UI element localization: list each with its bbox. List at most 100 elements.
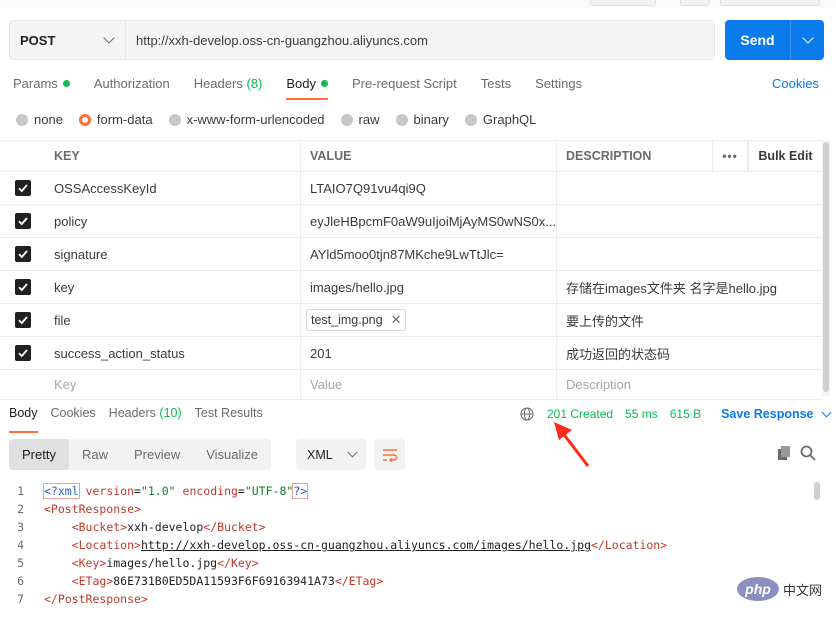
toolbar-button[interactable]: [720, 0, 820, 6]
scrollbar-thumb[interactable]: [814, 482, 820, 500]
row-checkbox[interactable]: [0, 271, 46, 303]
view-preview[interactable]: Preview: [121, 439, 193, 470]
view-pretty[interactable]: Pretty: [9, 439, 69, 470]
file-name: test_img.png: [311, 313, 383, 327]
wrap-lines-button[interactable]: [374, 439, 405, 470]
tab-headers[interactable]: Headers (8): [194, 70, 263, 98]
globe-icon[interactable]: [520, 407, 534, 421]
key-placeholder[interactable]: Key: [46, 370, 301, 399]
description-cell[interactable]: 要上传的文件: [557, 304, 822, 336]
key-cell[interactable]: OSSAccessKeyId: [46, 172, 301, 204]
radio-none[interactable]: none: [16, 112, 63, 127]
radio-label: raw: [358, 112, 380, 127]
view-mode-tabs: Pretty Raw Preview Visualize: [9, 439, 272, 470]
radio-circle-icon: [395, 113, 408, 126]
value-cell[interactable]: 201: [301, 337, 557, 369]
send-button-group: Send: [725, 20, 824, 60]
response-time[interactable]: 55 ms: [625, 407, 658, 421]
search-icon[interactable]: [800, 445, 816, 461]
tab-count: (8): [246, 76, 263, 91]
table-scrollbar[interactable]: [822, 140, 830, 396]
tab-params[interactable]: Params: [13, 70, 70, 98]
value-placeholder[interactable]: Value: [301, 370, 557, 399]
indicator-dot-icon: [320, 80, 328, 87]
key-cell[interactable]: key: [46, 271, 301, 303]
radio-form-data[interactable]: form-data: [78, 112, 153, 127]
send-options-button[interactable]: [791, 20, 824, 60]
key-cell[interactable]: policy: [46, 205, 301, 237]
location-link[interactable]: http://xxh-develop.oss-cn-guangzhou.aliy…: [141, 538, 591, 552]
value-cell[interactable]: AYld5moo0tjn87MKche9LwTtJlc=: [301, 238, 557, 270]
tab-tests[interactable]: Tests: [481, 70, 511, 98]
tab-body[interactable]: Body: [286, 70, 328, 100]
tab-settings[interactable]: Settings: [535, 70, 582, 98]
view-visualize[interactable]: Visualize: [193, 439, 271, 470]
chevron-down-icon: [801, 32, 814, 44]
radio-x-www-form-urlencoded[interactable]: x-www-form-urlencoded: [168, 112, 325, 127]
file-chip[interactable]: test_img.png ✕: [306, 309, 407, 331]
checkbox-checked-icon: [15, 180, 31, 196]
tab-label: Body: [286, 76, 316, 91]
key-cell[interactable]: file: [46, 304, 301, 336]
description-placeholder[interactable]: Description: [557, 370, 822, 399]
table-row: success_action_status 201 成功返回的状态码: [0, 337, 822, 370]
table-header: KEY VALUE DESCRIPTION ••• Bulk Edit: [0, 140, 822, 172]
tab-response-headers[interactable]: Headers (10): [109, 406, 182, 428]
xml-tag: </PostResponse>: [44, 592, 148, 606]
table-row: policy eyJleHBpcmF0aW9uIjoiMjAyMS0wNS0x.…: [0, 205, 822, 238]
checkbox-checked-icon: [15, 213, 31, 229]
tab-response-cookies[interactable]: Cookies: [51, 406, 96, 428]
code-line: 4 <Location>http://xxh-develop.oss-cn-gu…: [0, 536, 812, 554]
header-key: KEY: [46, 141, 301, 171]
tab-test-results[interactable]: Test Results: [195, 406, 263, 428]
response-tabs: Body Cookies Headers (10) Test Results: [9, 406, 276, 433]
method-select[interactable]: POST: [10, 21, 126, 59]
description-cell[interactable]: 存储在images文件夹 名字是hello.jpg: [557, 271, 822, 303]
description-cell[interactable]: [557, 238, 822, 270]
key-cell[interactable]: signature: [46, 238, 301, 270]
row-checkbox[interactable]: [0, 205, 46, 237]
close-icon[interactable]: ✕: [391, 312, 402, 328]
scrollbar-thumb[interactable]: [823, 142, 829, 392]
send-button[interactable]: Send: [725, 20, 791, 60]
more-dots-icon: •••: [722, 149, 738, 163]
tab-label: Headers: [193, 76, 243, 91]
value-cell[interactable]: images/hello.jpg: [301, 271, 557, 303]
copy-icon[interactable]: [776, 445, 792, 461]
response-size[interactable]: 615 B: [670, 407, 701, 421]
row-checkbox[interactable]: [0, 172, 46, 204]
code-scrollbar[interactable]: [813, 482, 821, 502]
row-checkbox[interactable]: [0, 337, 46, 369]
code-line: 2 <PostResponse>: [0, 500, 812, 518]
url-input[interactable]: http://xxh-develop.oss-cn-guangzhou.aliy…: [126, 21, 714, 59]
save-response-button[interactable]: Save Response: [721, 407, 831, 421]
description-cell[interactable]: 成功返回的状态码: [557, 337, 822, 369]
tab-pre-request-script[interactable]: Pre-request Script: [352, 70, 457, 98]
toolbar-button[interactable]: [590, 0, 656, 6]
row-checkbox[interactable]: [0, 238, 46, 270]
radio-graphql[interactable]: GraphQL: [464, 112, 537, 127]
value-cell[interactable]: LTAIO7Q91vu4qi9Q: [301, 172, 557, 204]
checkbox-checked-icon: [15, 345, 31, 361]
description-cell[interactable]: [557, 205, 822, 237]
more-options-button[interactable]: •••: [712, 141, 748, 171]
format-select[interactable]: XML: [296, 439, 366, 470]
radio-label: form-data: [96, 112, 153, 127]
value-cell[interactable]: eyJleHBpcmF0aW9uIjoiMjAyMS0wNS0x...: [301, 205, 557, 237]
key-cell[interactable]: success_action_status: [46, 337, 301, 369]
code-line: 6 <ETag>86E731B0ED5DA11593F6F69163941A73…: [0, 572, 812, 590]
bulk-edit-button[interactable]: Bulk Edit: [748, 141, 822, 171]
tab-authorization[interactable]: Authorization: [94, 70, 170, 98]
radio-raw[interactable]: raw: [340, 112, 380, 127]
radio-label: GraphQL: [482, 112, 537, 127]
radio-binary[interactable]: binary: [395, 112, 449, 127]
description-cell[interactable]: [557, 172, 822, 204]
status-code[interactable]: 201 Created: [547, 407, 613, 421]
row-checkbox[interactable]: [0, 304, 46, 336]
cookies-link[interactable]: Cookies: [772, 76, 819, 91]
tab-response-body[interactable]: Body: [9, 406, 38, 433]
view-raw[interactable]: Raw: [69, 439, 121, 470]
chevron-down-icon: [821, 407, 831, 417]
xml-tag: <Bucket>: [71, 520, 128, 534]
toolbar-button[interactable]: [680, 0, 710, 6]
